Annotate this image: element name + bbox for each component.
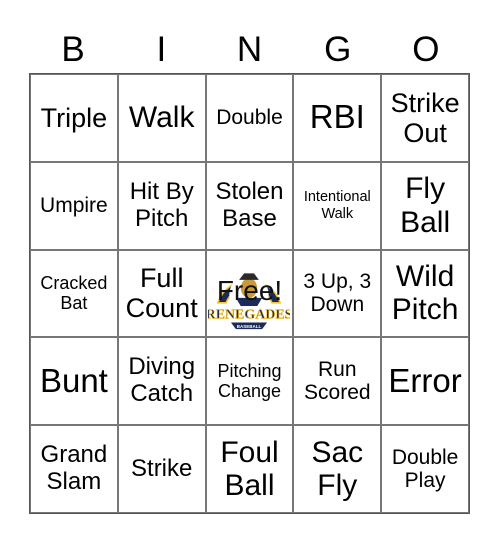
header-letter-n: N <box>236 30 263 69</box>
header-letter-b: B <box>61 30 85 69</box>
bingo-cell[interactable]: Wild Pitch <box>381 249 469 338</box>
bingo-cell[interactable]: Error <box>381 337 469 426</box>
bingo-cell[interactable]: Grand Slam <box>30 425 118 513</box>
bingo-cell[interactable]: Strike <box>117 425 206 513</box>
bingo-cell[interactable]: Pitching Change <box>205 337 294 426</box>
bingo-cell[interactable]: RBI <box>293 74 382 162</box>
free-space-label: Free! <box>216 275 283 307</box>
bingo-cell[interactable]: Full Count <box>117 249 206 338</box>
bingo-board: Triple Walk Double RBI Strike Out Umpire… <box>29 73 470 514</box>
bingo-cell[interactable]: Bunt <box>30 337 118 426</box>
bingo-cell[interactable]: Umpire <box>30 161 118 250</box>
bingo-cell[interactable]: Sac Fly <box>293 425 382 513</box>
bingo-cell[interactable]: Walk <box>117 74 206 162</box>
bingo-cell[interactable]: 3 Up, 3 Down <box>293 249 382 338</box>
bingo-cell[interactable]: Foul Ball <box>205 425 294 513</box>
header-letter-i: I <box>156 30 167 69</box>
bingo-cell[interactable]: Strike Out <box>381 74 469 162</box>
logo-team-name: RENEGADES <box>208 308 290 323</box>
bingo-cell[interactable]: Hit By Pitch <box>117 161 206 250</box>
bingo-cell[interactable]: Triple <box>30 74 118 162</box>
header-letter-o: O <box>412 30 440 69</box>
free-space-cell[interactable]: JEFFERSON CITY RENEGADES BASEBALL Free! <box>205 249 294 338</box>
bingo-header: B I N G O <box>29 28 470 72</box>
bingo-cell[interactable]: Double Play <box>381 425 469 513</box>
bingo-cell[interactable]: Run Scored <box>293 337 382 426</box>
bingo-cell[interactable]: Stolen Base <box>205 161 294 250</box>
bingo-cell[interactable]: Fly Ball <box>381 161 469 250</box>
logo-arc-text: JEFFERSON CITY <box>218 266 281 275</box>
logo-sub-text: BASEBALL <box>237 324 262 329</box>
header-letter-g: G <box>324 30 352 69</box>
bingo-cell[interactable]: Intentional Walk <box>293 161 382 250</box>
bingo-cell[interactable]: Diving Catch <box>117 337 206 426</box>
bingo-cell[interactable]: Double <box>205 74 294 162</box>
bingo-cell[interactable]: Cracked Bat <box>30 249 118 338</box>
